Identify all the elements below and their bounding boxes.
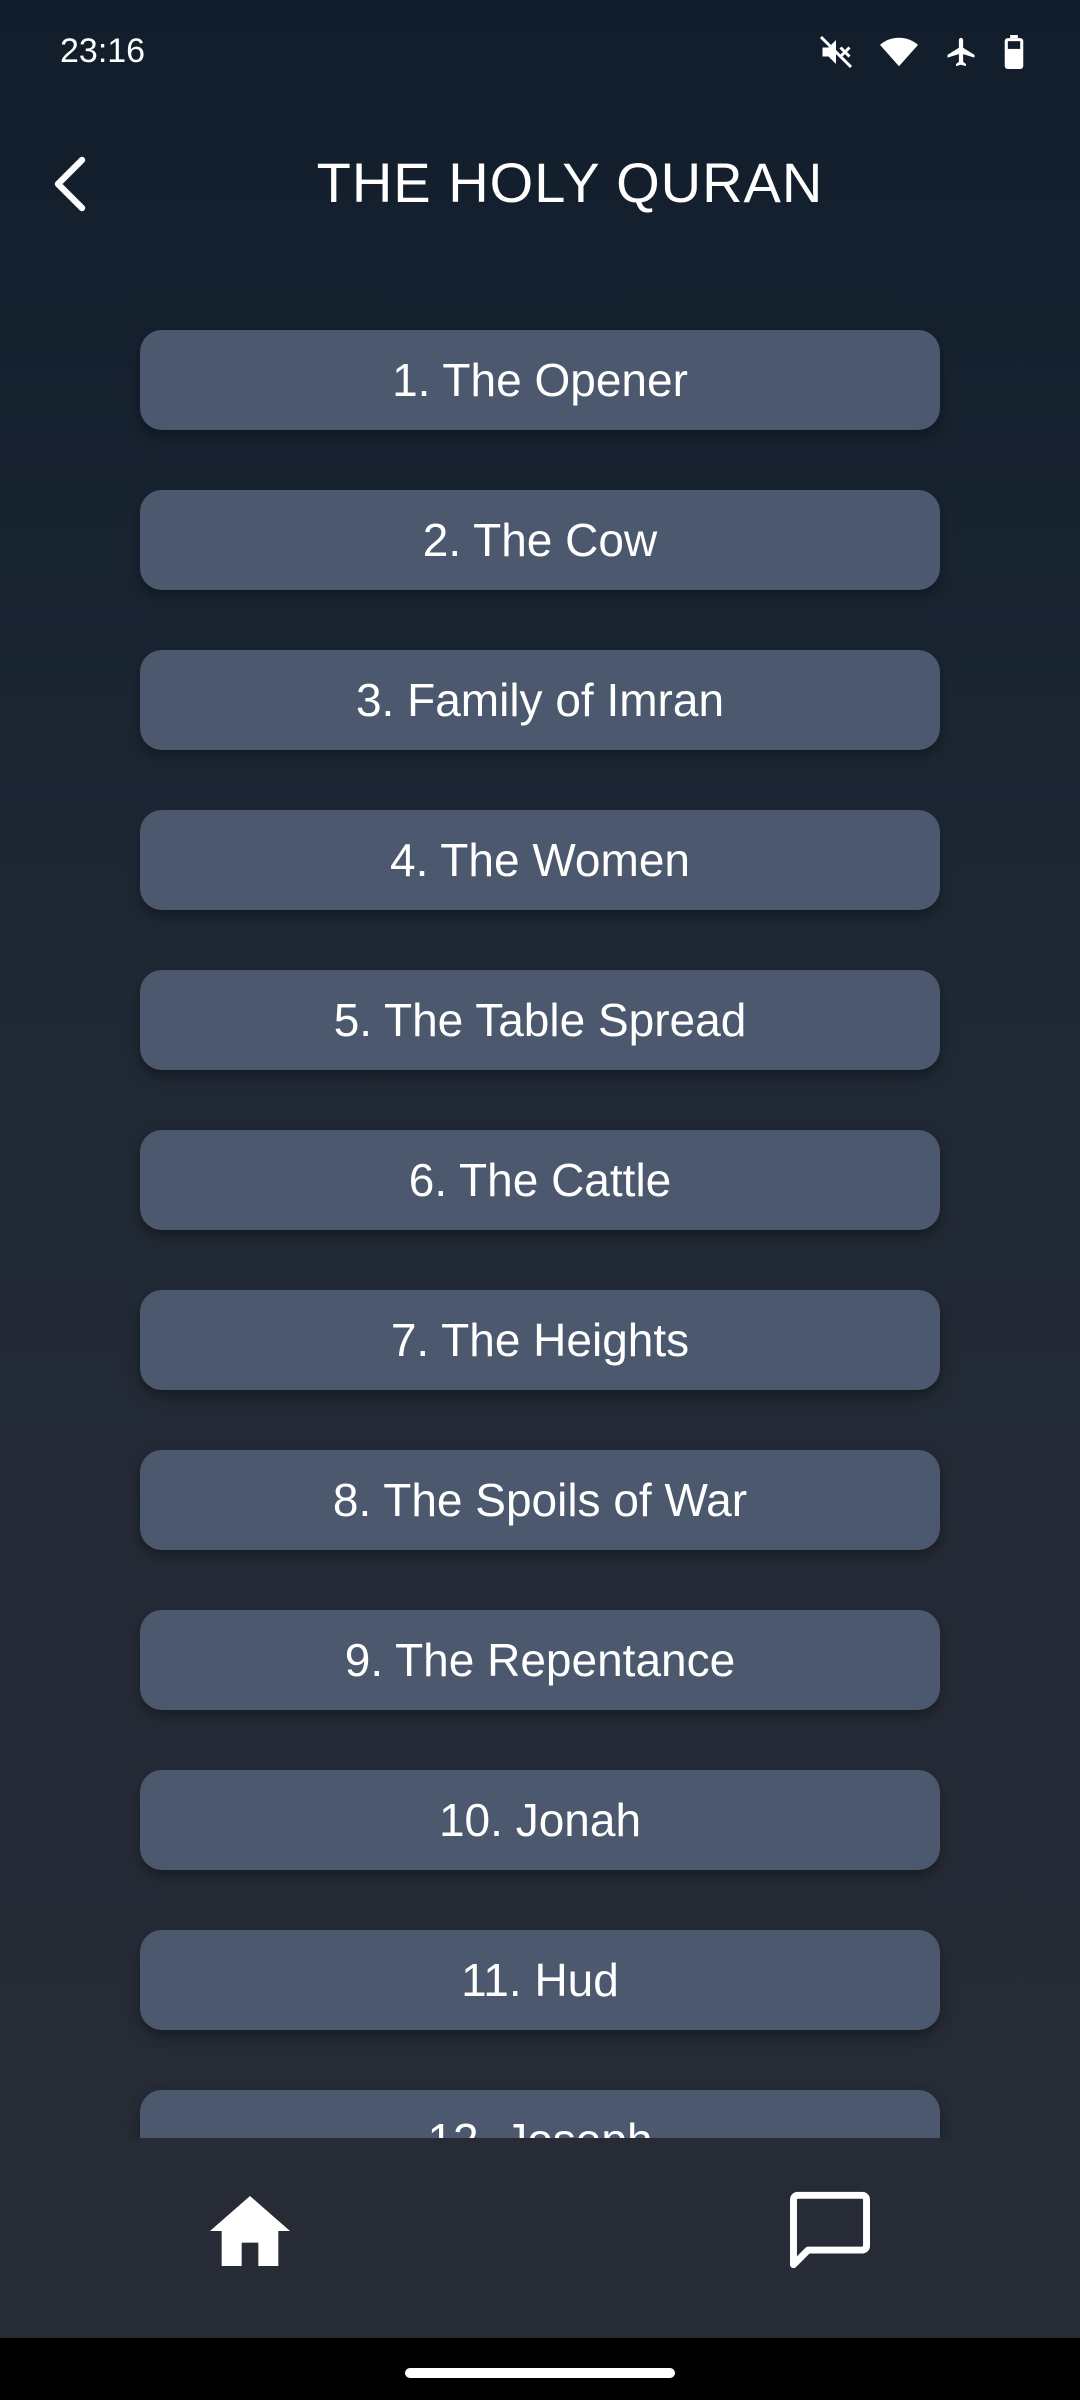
page-title: THE HOLY QURAN: [316, 151, 824, 214]
surah-button-4[interactable]: 4. The Women: [140, 810, 940, 910]
surah-button-6[interactable]: 6. The Cattle: [140, 1130, 940, 1230]
home-icon: [210, 2195, 290, 2272]
surah-button-12[interactable]: 12. Joseph: [140, 2090, 940, 2138]
surah-button-11[interactable]: 11. Hud: [140, 1930, 940, 2030]
surah-button-2[interactable]: 2. The Cow: [140, 490, 940, 590]
surah-button-7[interactable]: 7. The Heights: [140, 1290, 940, 1390]
surah-list-viewport[interactable]: 1. The Opener 2. The Cow 3. Family of Im…: [0, 290, 1080, 2138]
status-bar: 23:16: [0, 0, 1080, 110]
chat-nav-button[interactable]: [780, 2182, 880, 2282]
status-time: 23:16: [60, 32, 146, 70]
surah-button-3[interactable]: 3. Family of Imran: [140, 650, 940, 750]
surah-button-8[interactable]: 8. The Spoils of War: [140, 1450, 940, 1550]
chat-icon: [786, 2188, 874, 2277]
surah-button-10[interactable]: 10. Jonah: [140, 1770, 940, 1870]
battery-icon: [1004, 35, 1024, 69]
header: THE HOLY QURAN: [0, 130, 1080, 240]
airplane-icon: [944, 35, 978, 69]
surah-button-5[interactable]: 5. The Table Spread: [140, 970, 940, 1070]
gesture-handle[interactable]: [405, 2368, 675, 2378]
wifi-icon: [880, 35, 918, 69]
home-nav-button[interactable]: [205, 2188, 295, 2278]
gesture-bar: [0, 2338, 1080, 2400]
mute-icon: [818, 34, 854, 70]
surah-button-1[interactable]: 1. The Opener: [140, 330, 940, 430]
surah-button-9[interactable]: 9. The Repentance: [140, 1610, 940, 1710]
status-icons: [818, 34, 1024, 70]
surah-list: 1. The Opener 2. The Cow 3. Family of Im…: [140, 330, 940, 2138]
bottom-nav: [0, 2138, 1080, 2338]
